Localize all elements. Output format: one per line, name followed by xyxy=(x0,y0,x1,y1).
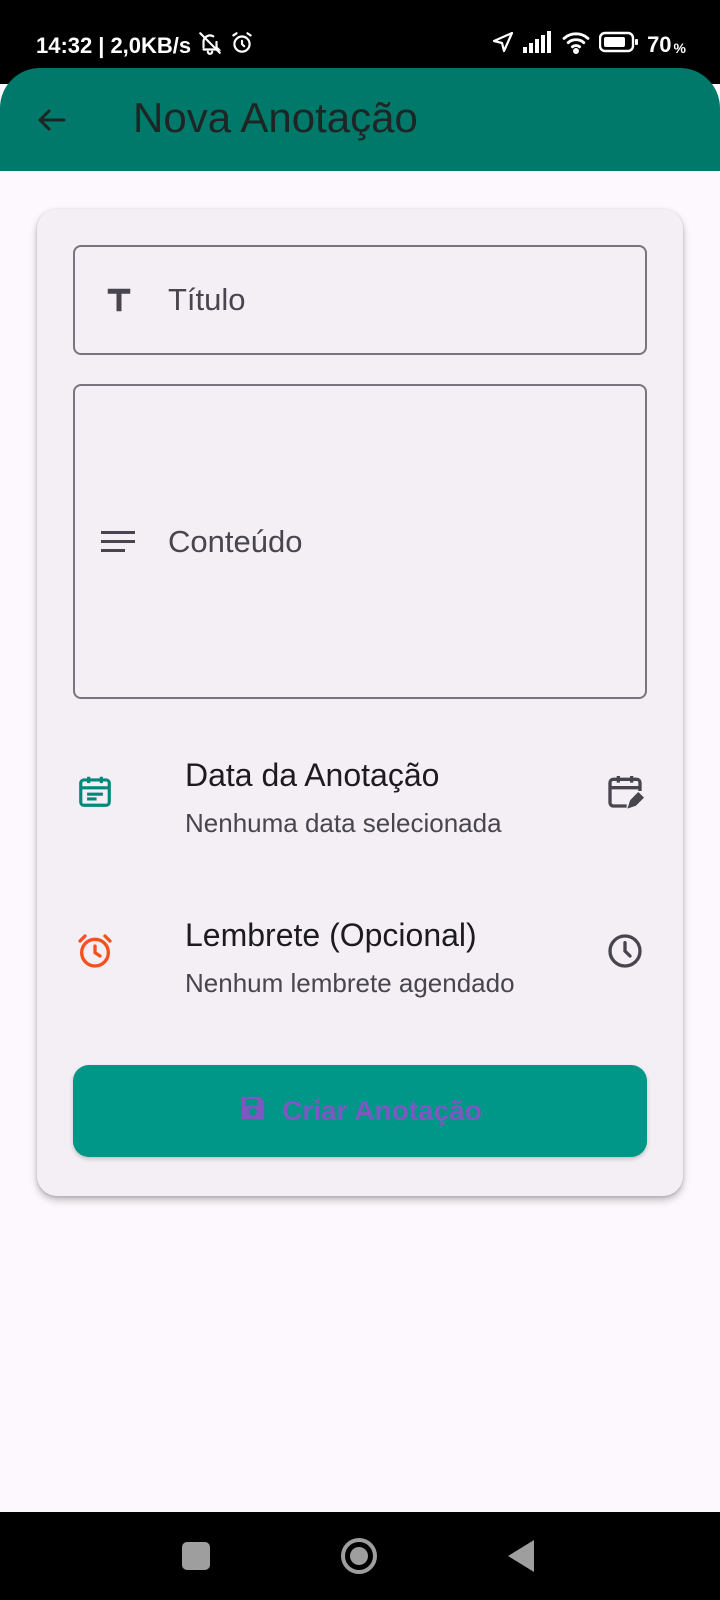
edit-calendar-icon[interactable] xyxy=(603,769,647,813)
wifi-icon xyxy=(561,30,591,60)
location-icon xyxy=(491,30,515,60)
clock-icon[interactable] xyxy=(603,929,647,973)
alarm-status-icon xyxy=(229,30,255,62)
status-network-speed: 2,0KB/s xyxy=(110,33,192,58)
content-input-label: Conteúdo xyxy=(168,523,303,559)
date-row-title: Data da Anotação xyxy=(185,757,440,793)
reminder-row-subtitle: Nenhum lembrete agendado xyxy=(185,968,515,998)
status-left: 14:32 | 2,0KB/s xyxy=(36,30,255,62)
page-title: Nova Anotação xyxy=(133,94,418,141)
arrow-back-icon[interactable] xyxy=(30,98,74,142)
battery-level: 70 xyxy=(647,32,672,57)
note-form-card: Título Conteúdo Data da Anotação Nenhuma… xyxy=(37,209,683,1196)
signal-icon xyxy=(523,31,553,59)
create-note-button[interactable]: Criar Anotação xyxy=(73,1065,647,1157)
date-row-subtitle: Nenhuma data selecionada xyxy=(185,808,502,838)
system-nav-bar xyxy=(0,1512,720,1600)
title-input-label: Título xyxy=(168,282,246,317)
status-time: 14:32 xyxy=(36,33,93,58)
battery-unit: % xyxy=(673,40,686,56)
system-back-button[interactable] xyxy=(508,1540,534,1572)
calendar-icon xyxy=(73,769,117,813)
create-note-button-label: Criar Anotação xyxy=(282,1095,482,1126)
recent-apps-button[interactable] xyxy=(182,1542,210,1570)
alarm-icon xyxy=(73,929,117,973)
app-bar: Nova Anotação xyxy=(0,68,720,171)
title-text-icon xyxy=(99,280,139,320)
notifications-off-icon xyxy=(197,30,223,62)
content-input[interactable]: Conteúdo xyxy=(73,384,647,699)
battery-icon xyxy=(598,31,639,59)
date-picker-row[interactable]: Data da Anotação Nenhuma data selecionad… xyxy=(73,739,647,839)
status-separator: | xyxy=(98,33,105,58)
save-icon xyxy=(238,1093,268,1130)
reminder-picker-row[interactable]: Lembrete (Opcional) Nenhum lembrete agen… xyxy=(73,899,647,999)
reminder-row-title: Lembrete (Opcional) xyxy=(185,917,477,953)
notes-lines-icon xyxy=(99,522,139,562)
title-input[interactable]: Título xyxy=(73,245,647,355)
status-right: 70 % xyxy=(491,30,686,60)
home-button[interactable] xyxy=(341,1538,377,1574)
